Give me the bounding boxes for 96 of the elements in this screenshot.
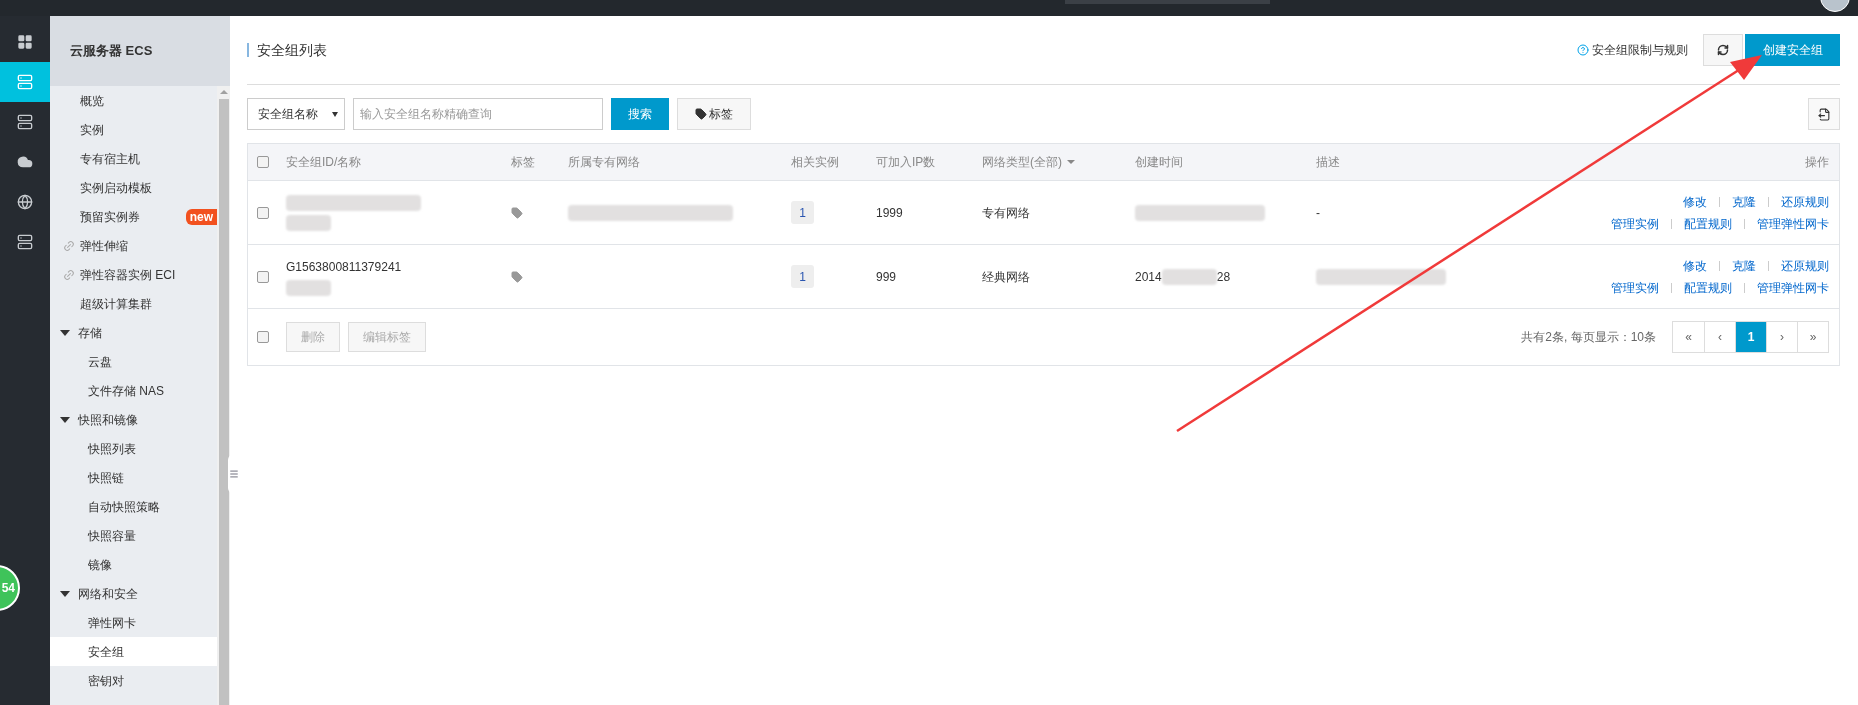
sidebar-item[interactable]: 弹性网卡 bbox=[50, 608, 217, 637]
table-cell-text: 经典网络 bbox=[982, 268, 1030, 286]
table-cell-text: 999 bbox=[876, 268, 897, 286]
sidebar-item[interactable]: 超级计算集群 bbox=[50, 289, 217, 318]
column-header: 所属专有网络 bbox=[568, 154, 641, 171]
search-field[interactable]: 输入安全组名称精确查询 bbox=[353, 98, 603, 130]
action-link[interactable]: 管理实例 bbox=[1611, 278, 1659, 297]
checkbox[interactable] bbox=[257, 156, 269, 168]
action-link[interactable]: 克隆 bbox=[1732, 256, 1756, 275]
table-cell-text: 2014 bbox=[1135, 268, 1162, 286]
server-icon bbox=[17, 74, 33, 90]
action-link[interactable]: 配置规则 bbox=[1684, 278, 1732, 297]
menu-icon bbox=[229, 469, 239, 479]
table-cell-text: 专有网络 bbox=[982, 204, 1030, 222]
sidebar-item[interactable]: 文件存储 NAS bbox=[50, 376, 217, 405]
sidebar-item-label: 弹性伸缩 bbox=[80, 237, 128, 255]
sidebar-item[interactable]: 快照列表 bbox=[50, 434, 217, 463]
action-link[interactable]: 还原规则 bbox=[1781, 192, 1829, 211]
instance-count[interactable]: 1 bbox=[791, 201, 814, 224]
tag-icon[interactable] bbox=[511, 206, 523, 219]
sidebar-group[interactable]: 网络和安全 bbox=[50, 579, 217, 608]
sidebar-group[interactable]: 存储 bbox=[50, 318, 217, 347]
server-stack-icon bbox=[17, 234, 33, 250]
action-link[interactable]: 还原规则 bbox=[1781, 256, 1829, 275]
sidebar-item-label: 实例启动模板 bbox=[80, 179, 152, 197]
checkbox[interactable] bbox=[257, 331, 269, 343]
help-icon bbox=[1577, 44, 1589, 56]
checkbox[interactable] bbox=[257, 206, 269, 219]
globe-icon bbox=[17, 194, 33, 210]
column-header: 可加入IP数 bbox=[876, 154, 937, 171]
sidebar-item-label: 超级计算集群 bbox=[80, 295, 152, 313]
instance-count[interactable]: 1 bbox=[791, 265, 814, 288]
sidebar-group[interactable]: 快照和镜像 bbox=[50, 405, 217, 434]
sidebar-item[interactable]: 安全组 bbox=[50, 637, 217, 666]
checkbox[interactable] bbox=[257, 270, 269, 283]
column-header: 标签 bbox=[511, 154, 536, 171]
action-link[interactable]: 克隆 bbox=[1732, 192, 1756, 211]
action-link[interactable]: 修改 bbox=[1683, 192, 1707, 211]
sidebar-header: 云服务器 ECS bbox=[50, 16, 230, 86]
column-header: 创建时间 bbox=[1135, 154, 1184, 171]
field-select[interactable]: 安全组名称 bbox=[247, 98, 345, 130]
tag-button[interactable]: 标签 bbox=[677, 98, 751, 130]
grid-icon bbox=[17, 34, 33, 50]
table-cell-text: 1999 bbox=[876, 204, 903, 222]
table-cell-text: G1563800811379241 bbox=[286, 258, 402, 276]
sidebar-item[interactable]: 弹性伸缩 bbox=[50, 231, 217, 260]
sidebar-item-label: 弹性容器实例 ECI bbox=[80, 266, 176, 284]
sidebar-item-label: 概览 bbox=[80, 92, 104, 110]
column-header: 相关实例 bbox=[791, 154, 840, 171]
scrollbar[interactable] bbox=[217, 86, 230, 705]
action-link[interactable]: 管理弹性网卡 bbox=[1757, 278, 1829, 297]
refresh-icon bbox=[1717, 44, 1729, 56]
tag-icon[interactable] bbox=[511, 270, 523, 283]
sidebar-item[interactable]: 镜像 bbox=[50, 550, 217, 579]
help-link[interactable]: 安全组限制与规则 bbox=[1577, 41, 1688, 59]
tag-icon bbox=[695, 108, 707, 120]
sidebar-item[interactable]: 弹性容器实例 ECI bbox=[50, 260, 217, 289]
server-stack-icon bbox=[17, 114, 33, 130]
action-link[interactable]: 管理弹性网卡 bbox=[1757, 214, 1829, 233]
sidebar-item[interactable]: 实例 bbox=[50, 115, 217, 144]
table-cell: - bbox=[1316, 205, 1320, 220]
dropdown-caret-icon bbox=[1067, 160, 1075, 164]
sidebar-item[interactable]: 专有宿主机 bbox=[50, 144, 217, 173]
column-header: 描述 bbox=[1316, 154, 1341, 171]
sidebar-item-label: 实例 bbox=[80, 121, 104, 139]
page-title: 安全组列表 bbox=[247, 43, 327, 57]
sidebar-item[interactable]: 实例启动模板 bbox=[50, 173, 217, 202]
caret-icon bbox=[60, 416, 70, 423]
column-header[interactable]: 网络类型(全部) bbox=[982, 153, 1135, 171]
sidebar-item[interactable]: 云盘 bbox=[50, 347, 217, 376]
export-icon bbox=[1817, 107, 1831, 121]
column-header: 操作 bbox=[1805, 154, 1830, 171]
action-link[interactable]: 修改 bbox=[1683, 256, 1707, 275]
table-cell-text: 28 bbox=[1216, 268, 1231, 286]
action-link[interactable]: 配置规则 bbox=[1684, 214, 1732, 233]
sidebar-item[interactable]: 密钥对 bbox=[50, 666, 217, 695]
sidebar-item[interactable]: 概览 bbox=[50, 86, 217, 115]
new-badge: new bbox=[185, 208, 217, 225]
sidebar-item[interactable]: 快照容量 bbox=[50, 521, 217, 550]
search-button[interactable]: 搜索 bbox=[611, 98, 669, 130]
sidebar-item[interactable]: 自动快照策略 bbox=[50, 492, 217, 521]
sidebar-item-label: 专有宿主机 bbox=[80, 150, 140, 168]
caret-icon bbox=[60, 329, 70, 336]
column-header: 安全组ID/名称 bbox=[286, 154, 363, 171]
caret-icon bbox=[60, 590, 70, 597]
sidebar-item[interactable]: 预留实例券 new bbox=[50, 202, 217, 231]
sidebar-item[interactable]: 快照链 bbox=[50, 463, 217, 492]
page-button[interactable]: 1 bbox=[1735, 322, 1766, 352]
pagination-summary: 共有2条, 每页显示：10条 bbox=[1521, 329, 1656, 346]
sidebar-item-label: 预留实例券 bbox=[80, 208, 140, 226]
cloud-icon bbox=[17, 154, 33, 170]
dropdown-caret-icon bbox=[332, 111, 338, 117]
export-button[interactable] bbox=[1808, 98, 1840, 130]
create-button[interactable]: 创建安全组 bbox=[1745, 34, 1840, 66]
refresh-button[interactable] bbox=[1703, 34, 1743, 66]
action-link[interactable]: 管理实例 bbox=[1611, 214, 1659, 233]
